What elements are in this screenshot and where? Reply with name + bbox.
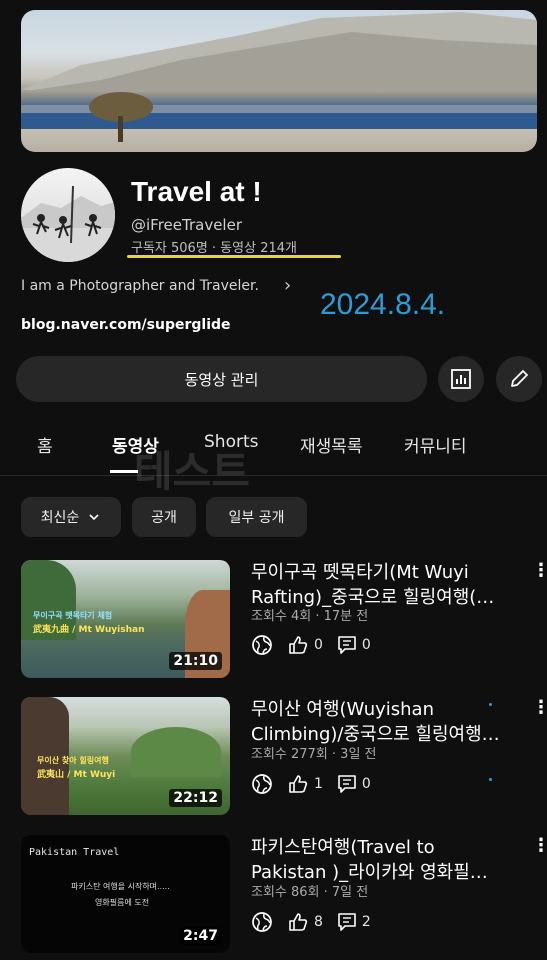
pencil-icon: [511, 370, 528, 387]
filter-public-chip[interactable]: 공개: [132, 497, 196, 537]
thumbnail-text: 파키스탄 여행을 시작하며.....: [71, 882, 170, 891]
date-annotation: 2024.8.4.: [320, 288, 446, 321]
thumbnail-text: 武夷山 / Mt Wuyi: [37, 770, 116, 780]
highlight-underline: [127, 255, 341, 258]
channel-avatar[interactable]: [21, 168, 115, 262]
thumbnail-text: 영화필름에 도전: [95, 898, 150, 907]
channel-title: Travel at !: [131, 176, 262, 207]
comment-icon: [338, 775, 356, 793]
thumbs-up-icon: [289, 775, 308, 793]
video-duration: 21:10: [169, 652, 222, 670]
comment-icon: [338, 913, 356, 931]
channel-handle: @iFreeTraveler: [131, 216, 242, 234]
video-meta: 조회수 4회 · 17분 전: [251, 609, 369, 624]
more-options-icon[interactable]: ⋮: [532, 697, 547, 718]
thumbs-up-icon: [289, 913, 308, 931]
video-title[interactable]: 무이산 여행(Wuyishan Climbing)/중국으로 힐링여행…: [251, 697, 521, 747]
globe-icon: [252, 912, 272, 932]
channel-banner: [21, 10, 537, 152]
sort-dropdown[interactable]: 최신순: [21, 497, 121, 537]
edit-button[interactable]: [496, 356, 542, 402]
analytics-button[interactable]: [438, 356, 484, 402]
video-meta: 조회수 86회 · 7일 전: [251, 885, 369, 900]
public-label: 공개: [151, 510, 177, 526]
likes-count: 8: [314, 914, 323, 930]
tabs-divider: [0, 475, 547, 476]
tab-playlists[interactable]: 재생목록: [300, 432, 363, 457]
video-thumbnail[interactable]: Pakistan Travel 파키스탄 여행을 시작하며..... 영화필름에…: [21, 835, 230, 953]
chevron-right-icon[interactable]: ›: [284, 275, 291, 296]
comments-count: 2: [361, 914, 371, 930]
thumbs-up-icon: [289, 636, 308, 654]
globe-icon: [252, 774, 272, 794]
watermark: 테스트: [134, 447, 250, 496]
tab-home[interactable]: 홈: [37, 432, 53, 457]
globe-icon: [252, 635, 272, 655]
likes-count: 1: [314, 776, 323, 792]
partial-label: 일부 공개: [228, 510, 285, 526]
video-stats-row: 0 0: [251, 634, 377, 656]
manage-videos-label: 동영상 관리: [184, 370, 259, 389]
video-title[interactable]: 파키스탄여행(Travel to Pakistan )_라이카와 영화필…: [251, 835, 521, 885]
more-options-icon[interactable]: ⋮: [532, 835, 547, 856]
more-options-icon[interactable]: ⋮: [532, 560, 547, 581]
thumbnail-text: 무이구곡 뗏목타기 체험: [33, 611, 113, 620]
channel-description[interactable]: I am a Photographer and Traveler.: [21, 278, 259, 294]
channel-link[interactable]: blog.naver.com/superglide: [21, 317, 231, 333]
annotation-dot: [489, 703, 492, 706]
manage-videos-button[interactable]: 동영상 관리: [16, 356, 427, 402]
thumbnail-text: 무이산 찾아 힐링여행: [37, 756, 109, 765]
thumbnail-text: Pakistan Travel: [29, 847, 120, 858]
analytics-icon: [451, 369, 471, 389]
comments-count: 0: [361, 637, 371, 653]
annotation-dot: [489, 778, 492, 781]
video-stats-row: 8 2: [251, 911, 377, 933]
comment-icon: [338, 636, 356, 654]
video-stats-row: 1 0: [251, 773, 377, 795]
chevron-down-icon: [89, 514, 99, 521]
tab-community[interactable]: 커뮤니티: [404, 432, 467, 457]
video-duration: 22:12: [169, 789, 222, 807]
video-title[interactable]: 무이구곡 뗏목타기(Mt Wuyi Rafting)_중국으로 힐링여행(…: [251, 560, 521, 610]
likes-count: 0: [314, 637, 323, 653]
channel-stats: 구독자 506명 · 동영상 214개: [131, 241, 297, 256]
sort-label: 최신순: [40, 510, 80, 526]
video-thumbnail[interactable]: 무이산 찾아 힐링여행 武夷山 / Mt Wuyi 22:12: [21, 697, 230, 815]
thumbnail-text: 武夷九曲 / Mt Wuyishan: [33, 625, 145, 635]
video-thumbnail[interactable]: 무이구곡 뗏목타기 체험 武夷九曲 / Mt Wuyishan 21:10: [21, 560, 230, 678]
comments-count: 0: [361, 776, 371, 792]
video-duration: 2:47: [179, 927, 222, 945]
video-meta: 조회수 277회 · 3일 전: [251, 747, 377, 762]
filter-unlisted-chip[interactable]: 일부 공개: [206, 497, 307, 537]
